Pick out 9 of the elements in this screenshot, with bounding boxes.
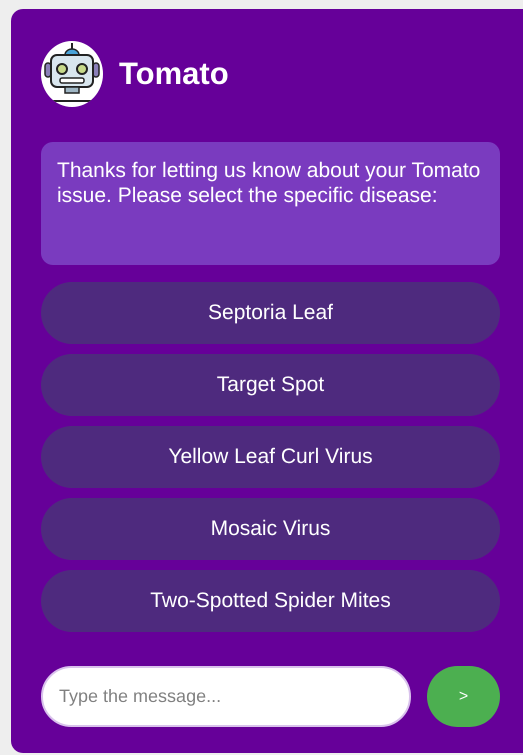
bot-message: Thanks for letting us know about your Tomato issue. Please select the specific disease: [41,142,500,265]
disease-option-button[interactable]: Mosaic Virus [41,498,500,560]
disease-option-button[interactable]: Two-Spotted Spider Mites [41,570,500,632]
robot-avatar-icon [41,41,103,107]
chat-title: Tomato [119,54,229,93]
disease-option-button[interactable]: Septoria Leaf [41,282,500,344]
disease-option-button[interactable]: Yellow Leaf Curl Virus [41,426,500,488]
message-input[interactable]: Type the message... [41,666,411,727]
disease-option-button[interactable]: Target Spot [41,354,500,416]
